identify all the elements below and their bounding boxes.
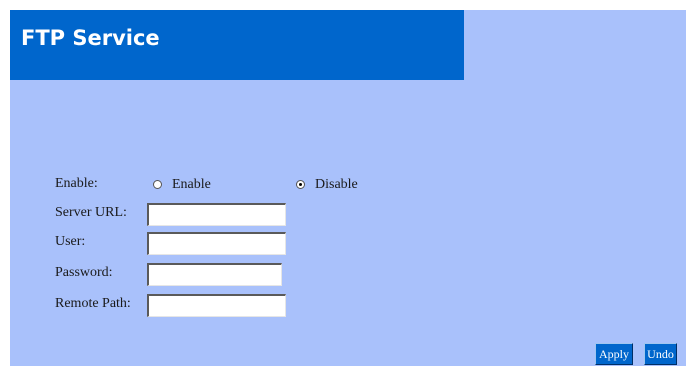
enable-radio-disable[interactable] (296, 180, 305, 189)
password-label: Password: (55, 265, 113, 280)
enable-radio-enable[interactable] (153, 180, 162, 189)
password-input[interactable] (147, 263, 282, 286)
page-title: FTP Service (21, 26, 160, 50)
radio-dot (299, 183, 302, 186)
remote-path-input[interactable] (147, 294, 286, 317)
title-bar: FTP Service (10, 10, 464, 80)
server-url-input[interactable] (147, 203, 286, 226)
server-url-label: Server URL: (55, 205, 127, 220)
remote-path-label: Remote Path: (55, 296, 131, 311)
enable-option-label[interactable]: Enable (172, 177, 211, 193)
undo-button[interactable]: Undo (644, 343, 677, 365)
ftp-service-panel: FTP Service Enable: Enable Disable Serve… (10, 10, 686, 366)
user-label: User: (55, 234, 86, 249)
enable-label: Enable: (55, 176, 98, 191)
apply-button[interactable]: Apply (595, 343, 633, 365)
disable-option-label[interactable]: Disable (315, 177, 358, 193)
user-input[interactable] (147, 232, 286, 255)
